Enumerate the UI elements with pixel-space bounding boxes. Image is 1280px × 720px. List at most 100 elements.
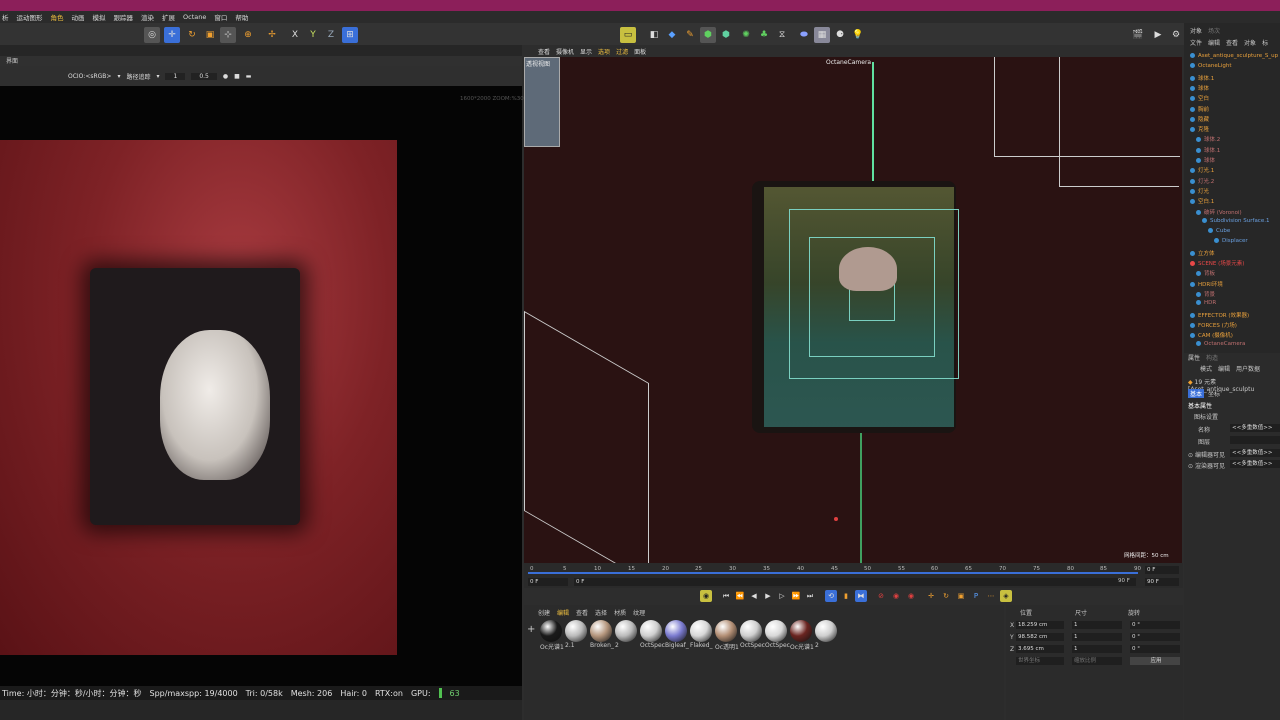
material-swatch[interactable] [615, 620, 637, 642]
tab-takes[interactable]: 场次 [1208, 26, 1220, 35]
apply-button[interactable]: 应用 [1130, 657, 1180, 665]
menu-item[interactable]: 扩展 [162, 12, 175, 22]
object-tree-item[interactable]: 立方体 [1190, 249, 1215, 257]
material-swatch[interactable] [590, 620, 612, 642]
prev-key-icon[interactable]: ⏪ [734, 590, 746, 602]
key-rot-icon[interactable]: ↻ [940, 590, 952, 602]
chevron-down-icon[interactable]: ▾ [156, 73, 159, 80]
cloner-icon[interactable]: ♣ [756, 27, 772, 43]
menu-item[interactable]: 运动图形 [17, 12, 43, 22]
object-tree-item[interactable]: 球体.1 [1196, 146, 1220, 154]
menu-item[interactable]: 析 [2, 12, 9, 22]
attr-layer-field[interactable] [1230, 436, 1280, 444]
material-swatch[interactable] [665, 620, 687, 642]
start-frame-field[interactable]: 0 F [528, 578, 568, 586]
object-tree-item[interactable]: HDRI环境 [1190, 280, 1223, 288]
object-tree-item[interactable]: 球体 [1196, 156, 1215, 164]
timeline-scrubber[interactable] [528, 572, 1138, 574]
viewport-menu-item[interactable]: 显示 [580, 47, 592, 56]
model-icon[interactable]: ⊕ [240, 27, 256, 43]
object-tree-item[interactable]: 破碎 (Voronoi) [1196, 208, 1242, 216]
object-tree-item[interactable]: 背景 [1196, 290, 1215, 298]
live-select-icon[interactable]: ◎ [144, 27, 160, 43]
floor-icon[interactable]: ▦ [814, 27, 830, 43]
value-field[interactable]: 0.5 [191, 72, 217, 80]
menu-item[interactable]: 动画 [72, 12, 85, 22]
cube-icon[interactable]: ◆ [664, 27, 680, 43]
render-region-icon[interactable]: ▭ [620, 27, 636, 43]
attribute-menu-item[interactable]: 用户数据 [1236, 364, 1260, 373]
rotation-p-field[interactable]: 0 ° [1130, 633, 1180, 641]
menu-item[interactable]: 角色 [51, 12, 64, 22]
viewport-menu-item[interactable]: 面板 [634, 47, 646, 56]
object-tree-item[interactable]: 背板 [1196, 269, 1215, 277]
world-coord-select[interactable]: 世界坐标 [1016, 657, 1064, 665]
frame-range-bar[interactable]: 0 F [574, 578, 1136, 586]
material-swatch[interactable] [565, 620, 587, 642]
loop-icon[interactable]: ⟲ [825, 590, 837, 602]
tab-objects[interactable]: 对象 [1190, 26, 1202, 35]
object-tree-item[interactable]: Cube [1208, 228, 1230, 234]
object-menu-item[interactable]: 文件 [1190, 38, 1202, 47]
object-tree-item[interactable]: Displacer [1214, 238, 1248, 244]
material-tab[interactable]: 编辑 [557, 608, 569, 617]
camera-icon[interactable]: ⚈ [832, 27, 848, 43]
value-field[interactable]: 1 [165, 72, 186, 80]
subdivision-icon[interactable]: ⬢ [700, 27, 716, 43]
position-x-field[interactable]: 18.259 cm [1016, 621, 1064, 629]
object-tree-item[interactable]: 球体 [1190, 84, 1209, 92]
section-icon-settings[interactable]: 图标设置 [1194, 412, 1218, 421]
size-z-field[interactable]: 1 [1072, 645, 1122, 653]
object-tree-item[interactable]: OctaneLight [1190, 63, 1231, 69]
material-swatch[interactable] [640, 620, 662, 642]
menu-item[interactable]: 跟踪器 [114, 12, 134, 22]
autokey-icon[interactable]: ◉ [905, 590, 917, 602]
material-swatch[interactable] [690, 620, 712, 642]
scale-icon[interactable]: ▣ [202, 27, 218, 43]
lock-x-icon[interactable]: X [287, 27, 303, 43]
menu-item[interactable]: 窗口 [214, 12, 227, 22]
rotation-b-field[interactable]: 0 ° [1130, 645, 1180, 653]
record-stop-icon[interactable]: ⊘ [875, 590, 887, 602]
tag-icon[interactable]: ⬬ [796, 27, 812, 43]
object-tree-item[interactable]: 空白.1 [1190, 197, 1214, 205]
material-swatch[interactable] [540, 620, 562, 642]
position-z-field[interactable]: 3.695 cm [1016, 645, 1064, 653]
material-swatch[interactable] [740, 620, 762, 642]
next-frame-icon[interactable]: ▷ [776, 590, 788, 602]
lock-y-icon[interactable]: Y [305, 27, 321, 43]
menu-item[interactable]: Octane [183, 13, 206, 21]
subtab-basic[interactable]: 基本 [1188, 389, 1205, 398]
attr-name-field[interactable]: <<多重数值>> [1230, 424, 1280, 432]
rotate-icon[interactable]: ↻ [184, 27, 200, 43]
effector-icon[interactable]: ✺ [738, 27, 754, 43]
play-icon[interactable]: ▶ [762, 590, 774, 602]
transform-icon[interactable]: ⊹ [220, 27, 236, 43]
material-swatch[interactable] [790, 620, 812, 642]
viewport-menu-item[interactable]: 选项 [598, 47, 610, 56]
object-menu-item[interactable]: 标 [1262, 38, 1268, 47]
axis-icon[interactable]: ✢ [264, 27, 280, 43]
object-tree-item[interactable]: 球体.2 [1196, 135, 1220, 143]
kernel-select[interactable]: 路径追踪 [126, 72, 150, 81]
menu-item[interactable]: 帮助 [235, 12, 248, 22]
size-x-field[interactable]: 1 [1072, 621, 1122, 629]
object-tree-item[interactable]: 克隆 [1190, 125, 1209, 133]
sound-icon[interactable]: ▮ [840, 590, 852, 602]
viewport-menu-item[interactable]: 查看 [538, 47, 550, 56]
attr-render-visible-field[interactable]: <<多重数值>> [1230, 460, 1280, 468]
image-icon[interactable]: ▬ [246, 73, 252, 80]
object-tree-item[interactable]: Subdivision Surface.1 [1202, 217, 1269, 224]
object-tree-item[interactable]: 隐藏 [1190, 115, 1209, 123]
attr-editor-visible-field[interactable]: <<多重数值>> [1230, 449, 1280, 457]
object-tree-item[interactable]: 灯光 [1190, 187, 1209, 195]
chevron-down-icon[interactable]: ▾ [117, 73, 120, 80]
stop-icon[interactable]: ■ [234, 73, 240, 80]
material-tab[interactable]: 纹理 [633, 608, 645, 617]
ocio-select[interactable]: OCIO:<sRGB> [68, 73, 111, 80]
key-pos-icon[interactable]: ✛ [925, 590, 937, 602]
viewport-menu-item[interactable]: 摄像机 [556, 47, 574, 56]
menu-item[interactable]: 模拟 [93, 12, 106, 22]
object-tree-item[interactable]: EFFECTOR (效果器) [1190, 311, 1249, 319]
field-icon[interactable]: ⧖ [774, 27, 790, 43]
